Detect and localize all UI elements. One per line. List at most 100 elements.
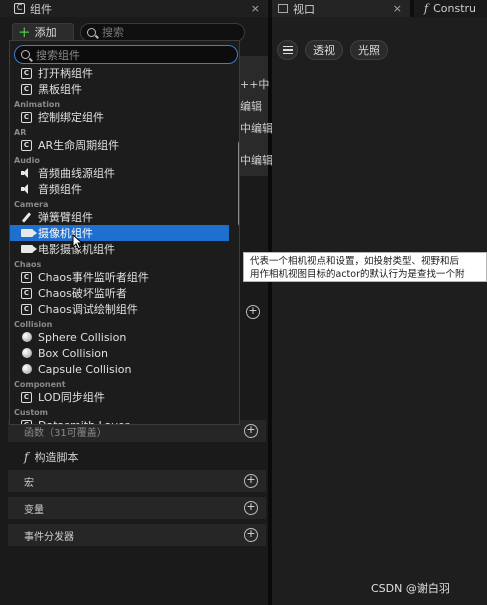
component-label: Sphere Collision	[38, 330, 127, 344]
functions-section-label: 函数（31可覆盖）	[24, 427, 107, 439]
tab-viewport[interactable]: 视口 ×	[272, 0, 410, 17]
component-list-item[interactable]: C Chaos破坏监听者	[10, 285, 229, 301]
components-toolbar: + 添加 搜索	[12, 22, 245, 42]
component-list: C 打开柄组件 C 黑板组件 Animation C 控制绑定组件 AR C AR生命周期组件 Au…	[10, 65, 229, 424]
camera-icon	[20, 243, 37, 255]
component-list-item[interactable]: C LOD同步组件	[10, 389, 229, 405]
component-icon: C	[20, 139, 33, 151]
collision-icon	[20, 363, 33, 375]
viewport-panel[interactable]: 透视 光照	[272, 17, 487, 605]
tab-components-label: 组件	[30, 2, 52, 16]
background-text: 中编辑	[240, 122, 273, 135]
event-dispatchers-section[interactable]: 事件分发器 +	[8, 524, 266, 546]
component-list-item[interactable]: 弹簧臂组件	[10, 209, 229, 225]
tab-bar: C 组件 × 视口 × f Constru	[0, 0, 487, 17]
viewport-icon	[278, 4, 288, 13]
add-macro-icon[interactable]: +	[244, 474, 258, 488]
component-list-item[interactable]: C Chaos事件监听者组件	[10, 269, 229, 285]
component-label: AR生命周期组件	[38, 139, 120, 152]
close-icon[interactable]: ×	[251, 2, 260, 15]
tab-viewport-label: 视口	[293, 2, 315, 16]
component-icon: C	[20, 111, 33, 123]
component-label: 音频组件	[38, 183, 82, 196]
add-variable-icon[interactable]: +	[244, 501, 258, 515]
component-icon: C	[20, 303, 33, 315]
component-icon: C	[20, 67, 33, 79]
component-list-item[interactable]: 音频曲线源组件	[10, 165, 229, 181]
component-label: Chaos破坏监听者	[38, 287, 127, 300]
close-icon[interactable]: ×	[393, 2, 402, 15]
component-label: 音频曲线源组件	[38, 167, 115, 180]
component-label: 弹簧臂组件	[38, 211, 93, 224]
section-label: 事件分发器	[24, 531, 74, 543]
component-list-item[interactable]: C 打开柄组件	[10, 65, 229, 81]
section-label: 变量	[24, 504, 44, 516]
dropdown-search-placeholder: 搜索组件	[36, 48, 80, 62]
component-list-item[interactable]: C Chaos调试绘制组件	[10, 301, 229, 317]
component-icon: C	[20, 271, 33, 283]
component-icon: C	[20, 83, 33, 95]
component-label: 摄像机组件	[38, 227, 93, 240]
category-header: Collision	[14, 320, 53, 329]
component-list-item[interactable]: Capsule Collision	[10, 361, 229, 377]
category-header: AR	[14, 128, 27, 137]
component-list-item[interactable]: C 控制绑定组件	[10, 109, 229, 125]
tooltip-line: 代表一个相机视点和设置，如投射类型、视野和后	[250, 256, 460, 267]
add-component-dropdown: 搜索组件 C 打开柄组件 C 黑板组件 Animation C 控制绑定组件 AR C AR生命周…	[9, 40, 240, 425]
component-label: LOD同步组件	[38, 391, 105, 404]
component-list-item[interactable]: C 黑板组件	[10, 81, 229, 97]
category-header: Animation	[14, 100, 61, 109]
category-header: Component	[14, 380, 66, 389]
add-component-button[interactable]: + 添加	[12, 22, 74, 42]
mouse-cursor-icon	[72, 234, 84, 250]
component-list-item[interactable]: C AR生命周期组件	[10, 137, 229, 153]
function-icon: f	[24, 450, 29, 464]
tab-construction-script[interactable]: f Constru	[414, 0, 487, 17]
scrollbar[interactable]	[238, 141, 239, 226]
lighting-button[interactable]: 光照	[350, 40, 388, 60]
function-icon: f	[424, 2, 429, 15]
component-icon: C	[20, 391, 33, 403]
background-text: 中编辑	[240, 154, 273, 167]
tab-construct-label: Constru	[433, 2, 476, 15]
plus-icon: +	[18, 22, 31, 41]
viewport-options-button[interactable]	[277, 40, 298, 60]
component-list-item[interactable]: C Datasmith Layer	[10, 417, 229, 424]
search-icon	[21, 50, 30, 59]
category-header: Audio	[14, 156, 40, 165]
category-header: Chaos	[14, 260, 42, 269]
add-icon[interactable]: +	[246, 305, 260, 319]
component-list-item[interactable]: 摄像机组件	[10, 225, 229, 241]
search-icon	[87, 27, 96, 37]
macros-section[interactable]: 宏 +	[8, 470, 266, 492]
construction-script-item[interactable]: f 构造脚本	[24, 449, 78, 465]
component-icon: C	[14, 3, 25, 14]
component-tooltip: 代表一个相机视点和设置，如投射类型、视野和后 用作相机视图目标的actor的默认…	[243, 252, 487, 282]
component-list-item[interactable]: 电影摄像机组件	[10, 241, 229, 257]
tab-components[interactable]: C 组件 ×	[0, 0, 268, 17]
component-list-item[interactable]: 音频组件	[10, 181, 229, 197]
background-text: ++中	[240, 78, 270, 91]
category-header: Custom	[14, 408, 48, 417]
collision-icon	[20, 347, 33, 359]
components-search-input[interactable]: 搜索	[80, 22, 245, 42]
dropdown-search-input[interactable]: 搜索组件	[14, 45, 238, 64]
category-header: Camera	[14, 200, 49, 209]
perspective-button[interactable]: 透视	[305, 40, 343, 60]
variables-section[interactable]: 变量 +	[8, 497, 266, 519]
lighting-label: 光照	[358, 44, 380, 57]
search-placeholder: 搜索	[102, 26, 124, 39]
spring-arm-icon	[20, 211, 33, 223]
add-label: 添加	[34, 26, 57, 39]
add-event-dispatcher-icon[interactable]: +	[244, 528, 258, 542]
component-list-item[interactable]: Box Collision	[10, 345, 229, 361]
sound-icon	[20, 167, 33, 179]
component-list-item[interactable]: Sphere Collision	[10, 329, 229, 345]
add-function-icon[interactable]: +	[244, 424, 258, 438]
component-label: Chaos调试绘制组件	[38, 303, 138, 316]
component-label: 控制绑定组件	[38, 111, 104, 124]
perspective-label: 透视	[313, 44, 335, 57]
watermark: CSDN @谢白羽	[371, 582, 450, 595]
camera-icon	[20, 227, 37, 239]
sound-icon	[20, 183, 33, 195]
